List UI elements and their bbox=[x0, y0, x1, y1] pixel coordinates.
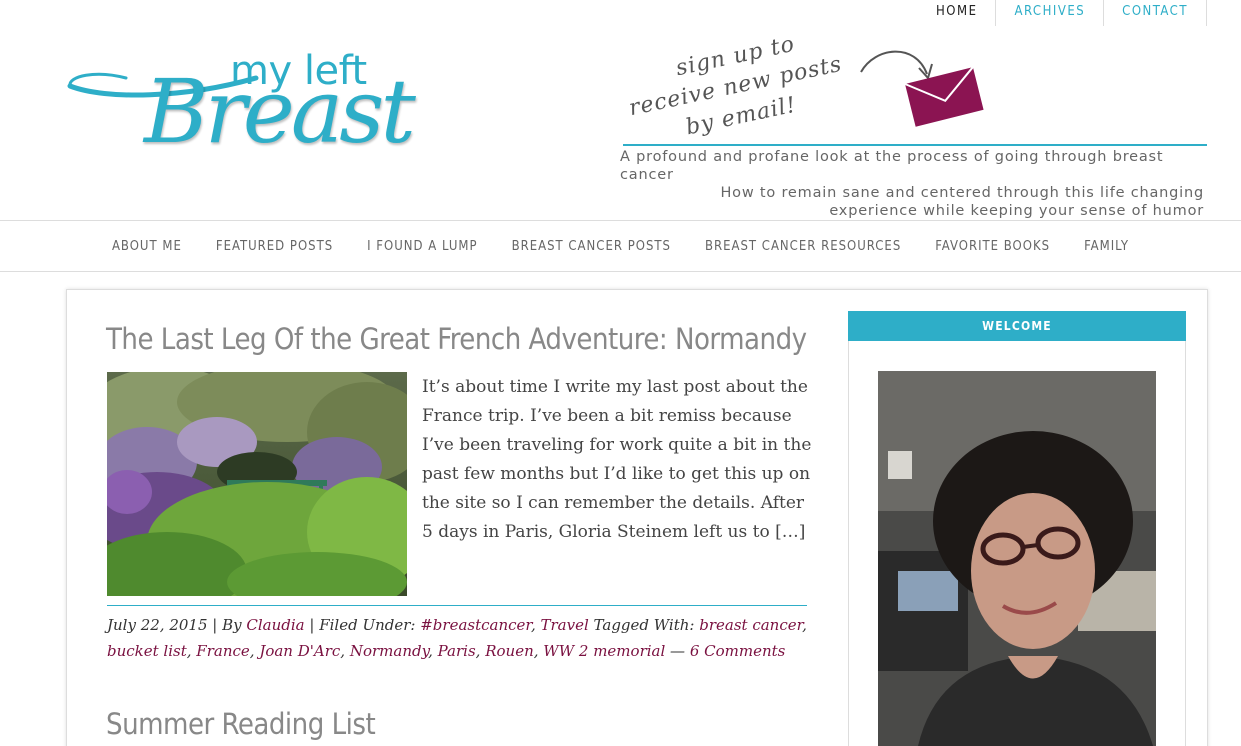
tag-link[interactable]: Paris bbox=[438, 642, 476, 660]
meta-tagged-label: Tagged With: bbox=[588, 616, 700, 634]
tagline-line-3: experience while keeping your sense of h… bbox=[829, 203, 1204, 219]
nav-featured-posts[interactable]: FEATURED POSTS bbox=[216, 239, 333, 254]
meta-by-label: | By bbox=[207, 616, 247, 634]
top-nav-archives[interactable]: ARCHIVES bbox=[995, 0, 1103, 26]
post-excerpt: It’s about time I write my last post abo… bbox=[422, 377, 812, 542]
category-link[interactable]: Travel bbox=[540, 616, 588, 634]
profile-photo bbox=[878, 371, 1156, 746]
site-logo[interactable]: my left Breast bbox=[66, 48, 446, 168]
nav-about-me[interactable]: ABOUT ME bbox=[112, 239, 182, 254]
tag-link[interactable]: France bbox=[196, 642, 249, 660]
post-meta: July 22, 2015 | By Claudia | Filed Under… bbox=[107, 616, 807, 660]
main-nav: ABOUT ME FEATURED POSTS I FOUND A LUMP B… bbox=[0, 220, 1241, 272]
envelope-icon bbox=[904, 66, 984, 127]
post-date: July 22, 2015 bbox=[107, 616, 208, 634]
tagline-line-1: A profound and profane look at the proce… bbox=[620, 149, 1164, 183]
tag-link[interactable]: WW 2 memorial bbox=[543, 642, 665, 660]
meta-filed-label: | Filed Under: bbox=[304, 616, 421, 634]
nav-breast-cancer-posts[interactable]: BREAST CANCER POSTS bbox=[512, 239, 671, 254]
header-divider bbox=[623, 144, 1207, 146]
tag-link[interactable]: Joan D'Arc bbox=[259, 642, 340, 660]
nav-i-found-a-lump[interactable]: I FOUND A LUMP bbox=[367, 239, 477, 254]
nav-family[interactable]: FAMILY bbox=[1084, 239, 1129, 254]
arrow-icon bbox=[860, 50, 928, 75]
garden-photo bbox=[107, 372, 407, 596]
post-meta-divider bbox=[107, 605, 807, 606]
author-portrait bbox=[878, 371, 1156, 746]
nav-breast-cancer-resources[interactable]: BREAST CANCER RESOURCES bbox=[705, 239, 901, 254]
tag-link[interactable]: bucket list bbox=[107, 642, 187, 660]
comments-link[interactable]: 6 Comments bbox=[690, 642, 786, 660]
tagline-line-2: How to remain sane and centered through … bbox=[720, 185, 1204, 201]
tag-link[interactable]: Rouen bbox=[485, 642, 534, 660]
tag-link[interactable]: Normandy bbox=[350, 642, 428, 660]
top-nav-contact[interactable]: CONTACT bbox=[1103, 0, 1207, 26]
post-title-link[interactable]: Summer Reading List bbox=[106, 707, 376, 741]
top-nav: HOME ARCHIVES CONTACT bbox=[918, 0, 1207, 26]
tag-link[interactable]: breast cancer bbox=[699, 616, 802, 634]
meta-dash: — bbox=[665, 642, 690, 660]
category-link[interactable]: #breastcancer bbox=[420, 616, 531, 634]
post-title-link[interactable]: The Last Leg Of the Great French Adventu… bbox=[106, 322, 807, 356]
site-tagline: A profound and profane look at the proce… bbox=[604, 148, 1204, 220]
signup-graphics bbox=[860, 50, 984, 127]
welcome-widget-title: WELCOME bbox=[848, 311, 1186, 341]
post-author-link[interactable]: Claudia bbox=[246, 616, 304, 634]
email-signup-link[interactable]: sign up to receive new posts by email! bbox=[625, 32, 985, 142]
top-nav-home[interactable]: HOME bbox=[918, 0, 995, 26]
nav-favorite-books[interactable]: FAVORITE BOOKS bbox=[935, 239, 1050, 254]
logo-big-text: Breast bbox=[144, 60, 416, 163]
post-thumbnail[interactable] bbox=[107, 372, 407, 596]
